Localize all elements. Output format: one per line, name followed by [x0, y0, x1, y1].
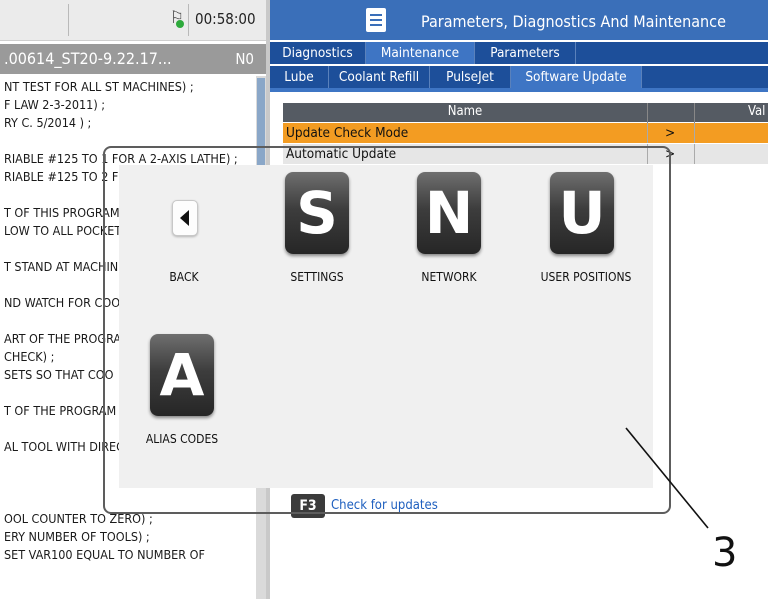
callout-number: 3	[712, 530, 738, 576]
callout-leader-line	[625, 427, 709, 529]
